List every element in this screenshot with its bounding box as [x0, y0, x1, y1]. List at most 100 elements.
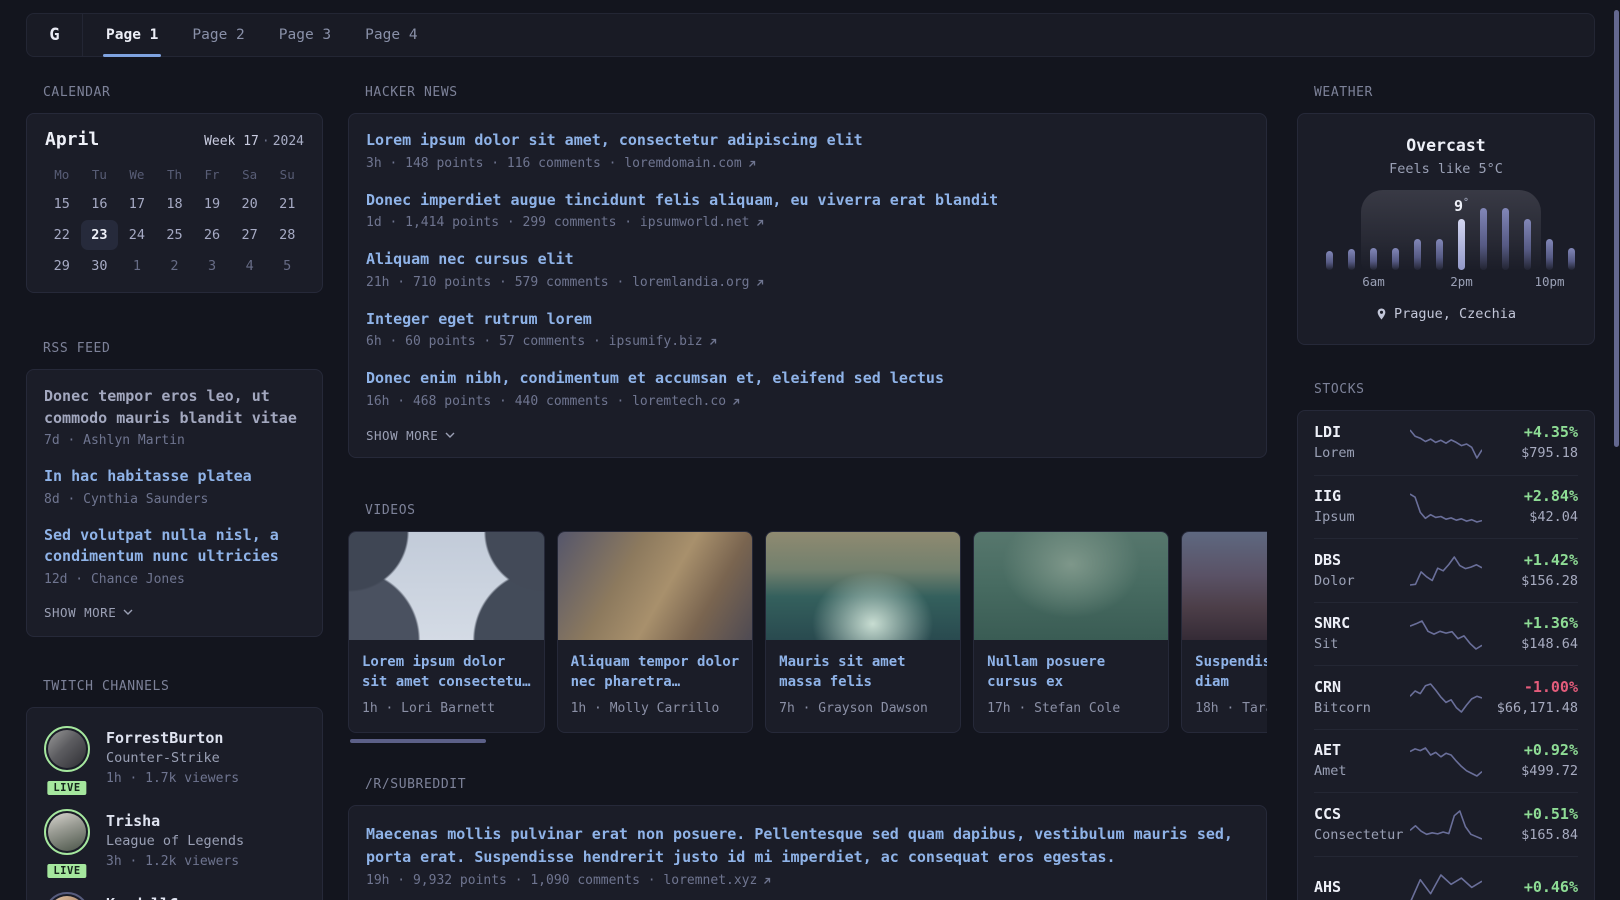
rss-item-title[interactable]: Donec tempor eros leo, ut commodo mauris…	[44, 386, 305, 429]
stock-values: +2.84% $42.04	[1486, 486, 1578, 527]
videos-scrollbar-thumb[interactable]	[350, 738, 486, 743]
stock-id: LDI Lorem	[1314, 422, 1406, 463]
stock-change: +1.42%	[1523, 550, 1578, 569]
stock-row[interactable]: DBS Dolor +1.42% $156.28	[1314, 538, 1578, 602]
weather-bar	[1414, 239, 1421, 270]
hackernews-item-meta: 3h · 148 points · 116 comments · loremdo…	[366, 154, 1249, 174]
chevron-down-icon	[123, 609, 133, 615]
hackernews-card: Lorem ipsum dolor sit amet, consectetur …	[348, 113, 1267, 458]
avatar-image	[48, 895, 86, 900]
tab-page-2[interactable]: Page 2	[175, 14, 261, 56]
rss-item-title[interactable]: In hac habitasse platea	[44, 466, 305, 488]
stock-name: Dolor	[1314, 572, 1355, 589]
video-card[interactable]: Aliquam tempor dolor nec pharetra… 1h · Mo…	[556, 530, 754, 733]
hackernews-item-title[interactable]: Lorem ipsum dolor sit amet, consectetur …	[366, 130, 1249, 152]
stock-change: +1.36%	[1523, 614, 1578, 633]
tab-page-3[interactable]: Page 3	[262, 14, 348, 56]
top-nav: G Page 1 Page 2 Page 3 Page 4	[26, 13, 1595, 57]
stock-name: Lorem	[1314, 445, 1355, 462]
hackernews-show-more-button[interactable]: SHOW MORE	[366, 428, 1249, 443]
list-item: Integer eget rutrum lorem 6h · 60 points …	[366, 309, 1249, 353]
stock-price: $795.18	[1521, 445, 1578, 462]
sparkline-chart	[1410, 873, 1482, 900]
sparkline-chart	[1410, 746, 1482, 777]
avatar	[44, 891, 90, 900]
hackernews-item-title[interactable]: Aliquam nec cursus elit	[366, 249, 1249, 271]
stock-row[interactable]: AET Amet +0.92% $499.72	[1314, 728, 1578, 793]
video-title-line: Suspendisse	[1195, 653, 1267, 670]
hackernews-item-title[interactable]: Integer eget rutrum lorem	[366, 309, 1249, 331]
stock-values: +1.36% $148.64	[1486, 613, 1578, 654]
twitch-channel-name[interactable]: Trisha	[106, 809, 244, 831]
stock-sparkline	[1406, 745, 1486, 777]
hackernews-item-title[interactable]: Donec enim nibh, condimentum et accumsan…	[366, 368, 1249, 390]
weather-time-label: 6am	[1362, 274, 1385, 289]
twitch-channel-row[interactable]: KendallCarr	[44, 891, 305, 900]
app-logo[interactable]: G	[27, 14, 83, 56]
video-card-body: Lorem ipsum dolor sit amet consectetu… 1h …	[349, 640, 544, 718]
stock-name: Amet	[1314, 763, 1347, 780]
hackernews-item-meta-text[interactable]: 21h · 710 points · 579 comments · loreml…	[366, 273, 750, 293]
tab-page-1[interactable]: Page 1	[89, 14, 175, 57]
calendar-day: 1	[132, 258, 141, 274]
chevron-down-icon	[445, 432, 455, 438]
hackernews-item-meta: 6h · 60 points · 57 comments · ipsumify.…	[366, 332, 1249, 352]
dashboard: G Page 1 Page 2 Page 3 Page 4 CALENDAR Apri…	[0, 0, 1620, 900]
rss-item-title[interactable]: Sed volutpat nulla nisl, a condimentum n…	[44, 525, 305, 568]
subreddit-post-meta-text[interactable]: 19h · 9,932 points · 1,090 comments · lo…	[366, 871, 757, 891]
stock-symbol: IIG	[1314, 487, 1342, 506]
hackernews-item-meta-text[interactable]: 1d · 1,414 points · 299 comments · ipsum…	[366, 213, 750, 233]
twitch-channel-name[interactable]: KendallCarr	[106, 892, 205, 900]
hackernews-item-title[interactable]: Donec imperdiet augue tincidunt felis al…	[366, 190, 1249, 212]
weather-widget-label: WEATHER	[1314, 85, 1373, 100]
hackernews-item-meta: 1d · 1,414 points · 299 comments · ipsum…	[366, 213, 1249, 233]
stock-row[interactable]: IIG Ipsum +2.84% $42.04	[1314, 474, 1578, 539]
video-title[interactable]: Nullam posuere cursus ex	[987, 652, 1155, 692]
hackernews-item-meta: 21h · 710 points · 579 comments · loreml…	[366, 273, 1249, 293]
stock-row[interactable]: CCS Consectetur +0.51% $165.84	[1314, 792, 1578, 856]
calendar-day: 16	[91, 196, 108, 212]
video-title[interactable]: Mauris sit amet massa felis	[779, 652, 947, 692]
video-title-line: nec pharetra…	[570, 673, 681, 690]
video-title[interactable]: Lorem ipsum dolor sit amet consectetu…	[362, 652, 531, 692]
hackernews-item-meta-text[interactable]: 16h · 468 points · 440 comments · loremt…	[366, 392, 726, 412]
subreddit-widget: /R/SUBREDDIT Maecenas mollis pulvinar er…	[348, 777, 1267, 900]
videos-widget: VIDEOS Lorem ipsum dolor sit amet consect…	[348, 503, 1267, 743]
rss-show-more-button[interactable]: SHOW MORE	[44, 605, 305, 620]
video-title-line: massa felis	[779, 673, 872, 690]
calendar-day: 25	[166, 227, 183, 243]
live-badge: LIVE	[45, 861, 89, 880]
weather-feels-like: Feels like 5°C	[1389, 161, 1503, 177]
video-card[interactable]: Mauris sit amet massa felis 7h · Grayson D…	[765, 530, 962, 733]
stock-symbol: SNRC	[1314, 614, 1351, 633]
list-item: Lorem ipsum dolor sit amet, consectetur …	[366, 130, 1249, 174]
hackernews-widget: HACKER NEWS Lorem ipsum dolor sit amet, …	[348, 85, 1267, 458]
video-card[interactable]: Suspendisse diam 18h · Tara	[1181, 530, 1267, 733]
subreddit-post-title[interactable]: Maecenas mollis pulvinar erat non posuer…	[366, 823, 1249, 869]
video-title[interactable]: Suspendisse diam	[1195, 652, 1267, 692]
hackernews-item-meta-text[interactable]: 3h · 148 points · 116 comments · loremdo…	[366, 154, 742, 174]
video-card[interactable]: Lorem ipsum dolor sit amet consectetu… 1h …	[348, 530, 545, 733]
twitch-channel-row[interactable]: LIVE Trisha League of Legends 3h · 1.2k vie…	[44, 808, 305, 880]
twitch-channel-row[interactable]: LIVE ForrestBurton Counter-Strike 1h · 1.7k…	[44, 725, 305, 797]
stock-name: Sit	[1314, 636, 1339, 653]
video-card-body: Suspendisse diam 18h · Tara	[1182, 640, 1267, 718]
video-title[interactable]: Aliquam tempor dolor nec pharetra…	[571, 652, 740, 692]
external-link-icon	[764, 877, 771, 884]
stock-price: $165.84	[1521, 826, 1578, 843]
avatar-image	[48, 812, 86, 851]
weather-location: Prague, Czechia	[1394, 306, 1516, 322]
stock-row[interactable]: SNRC Sit +1.36% $148.64	[1314, 601, 1578, 666]
calendar-weekday: Th	[166, 167, 183, 182]
stock-values: +1.42% $156.28	[1486, 550, 1578, 591]
tab-page-4[interactable]: Page 4	[348, 14, 434, 56]
page-scrollbar-thumb[interactable]	[1614, 10, 1619, 447]
twitch-channel-name[interactable]: ForrestBurton	[106, 726, 239, 748]
stock-row[interactable]: AHS +0.46%	[1314, 855, 1578, 900]
stock-sparkline	[1406, 872, 1486, 900]
middle-column: HACKER NEWS Lorem ipsum dolor sit amet, …	[348, 85, 1267, 900]
video-card[interactable]: Nullam posuere cursus ex 17h · Stefan Cole	[973, 530, 1170, 733]
stock-row[interactable]: LDI Lorem +4.35% $795.18	[1314, 411, 1578, 475]
stock-row[interactable]: CRN Bitcorn -1.00% $66,171.48	[1314, 665, 1578, 729]
hackernews-item-meta-text[interactable]: 6h · 60 points · 57 comments · ipsumify.…	[366, 332, 703, 352]
